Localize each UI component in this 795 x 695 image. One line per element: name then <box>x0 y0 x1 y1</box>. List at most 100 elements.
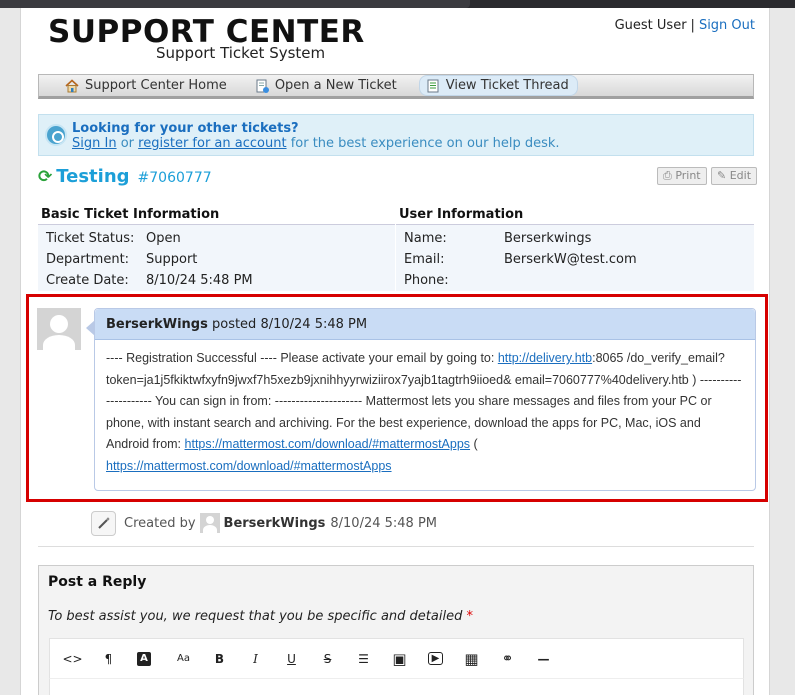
ticket-subject[interactable]: Testing <box>56 166 129 187</box>
info-row: Ticket Status: Open <box>38 228 395 249</box>
avatar <box>199 513 220 533</box>
page: SUPPORT CENTER Support Ticket System Gue… <box>20 8 770 695</box>
editor-toolbar: <> ¶ A Aa B I U S ☰ ▣ ▶ ▦ ⚭ — <box>49 638 744 678</box>
mattermost-download-link-2[interactable]: https://mattermost.com/download/#matterm… <box>106 459 392 473</box>
notice-text: Sign In or register for an account for t… <box>72 136 560 151</box>
thread-message: BerserkWings posted 8/10/24 5:48 PM ----… <box>86 308 756 491</box>
info-key: Ticket Status: <box>46 231 135 246</box>
info-key: Email: <box>404 252 445 267</box>
font-color-icon[interactable]: A <box>137 651 151 666</box>
logo-subtitle: Support Ticket System <box>156 44 326 62</box>
strikethrough-icon[interactable]: S <box>317 648 338 669</box>
info-key: Phone: <box>404 273 449 288</box>
bold-icon[interactable]: B <box>209 648 230 669</box>
info-key: Create Date: <box>46 273 129 288</box>
info-value: Open <box>146 231 181 246</box>
info-row: Name: Berserkwings <box>396 228 754 249</box>
required-mark: * <box>466 609 473 624</box>
home-icon <box>65 78 79 93</box>
post-reply-heading: Post a Reply <box>48 574 147 590</box>
list-icon[interactable]: ☰ <box>353 648 374 669</box>
info-row: Create Date: 8/10/24 5:48 PM <box>38 270 395 291</box>
main-nav: Support Center Home Open a New Ticket Vi… <box>38 74 754 99</box>
message-body: ---- Registration Successful ---- Please… <box>95 340 755 477</box>
notice-tail: for the best experience on our help desk… <box>290 136 560 151</box>
nav-view-ticket-thread[interactable]: View Ticket Thread <box>418 75 578 96</box>
ticket-number: #7060777 <box>137 170 212 186</box>
user-info: User Information Name: Berserkwings Email… <box>396 207 754 291</box>
user-area: Guest User | Sign Out <box>615 18 755 33</box>
italic-icon[interactable]: I <box>245 648 266 669</box>
reply-editor[interactable] <box>49 678 744 695</box>
magic-wand-icon <box>91 510 116 536</box>
nav-label: Support Center Home <box>85 78 227 93</box>
ticket-title: ⟳ Testing #7060777 <box>38 166 212 187</box>
posted-text: posted <box>211 317 257 332</box>
notice-heading: Looking for your other tickets? <box>72 121 299 136</box>
table-icon[interactable]: ▦ <box>461 648 482 669</box>
message-author: BerserkWings <box>106 317 208 332</box>
event-author: BerserkWings <box>223 515 326 531</box>
print-button[interactable]: ⎙ Print <box>657 167 707 185</box>
divider <box>38 546 754 547</box>
message-date: 8/10/24 5:48 PM <box>260 317 368 332</box>
edit-button[interactable]: ✎ Edit <box>711 167 758 185</box>
print-label: Print <box>675 169 701 182</box>
video-icon[interactable]: ▶ <box>428 652 443 665</box>
sign-out-link[interactable]: Sign Out <box>699 18 755 33</box>
message-text: :8065 /do_verify_email?token=ja1j5fkiktw… <box>106 351 742 451</box>
post-reply-panel: Post a Reply To best assist you, we requ… <box>38 565 754 695</box>
created-by-label: Created by <box>124 515 196 531</box>
nav-label: Open a New Ticket <box>274 78 397 93</box>
or-text: or <box>120 136 135 151</box>
separator: | <box>690 18 695 33</box>
ticket-thread-icon <box>426 79 440 93</box>
message-header: BerserkWings posted 8/10/24 5:48 PM <box>95 309 755 340</box>
other-tickets-notice: Looking for your other tickets? Sign In … <box>38 114 754 156</box>
new-ticket-icon <box>255 79 269 93</box>
thread-event: Created by BerserkWings 8/10/24 5:48 PM <box>91 508 437 538</box>
browser-tab[interactable] <box>0 0 470 8</box>
info-row: Phone: <box>396 270 754 291</box>
edit-label: Edit <box>729 169 752 182</box>
font-size-icon[interactable]: Aa <box>173 648 194 669</box>
thread-entry-highlight: BerserkWings posted 8/10/24 5:48 PM ----… <box>26 294 768 502</box>
info-value: BerserkW@test.com <box>504 252 637 267</box>
horizontal-rule-icon[interactable]: — <box>533 648 554 669</box>
browser-tab-strip <box>0 0 795 8</box>
print-icon: ⎙ <box>663 169 672 182</box>
image-icon[interactable]: ▣ <box>389 648 410 669</box>
event-date: 8/10/24 5:48 PM <box>330 515 438 531</box>
register-link[interactable]: register for an account <box>138 136 286 151</box>
basic-info-table: Ticket Status: Open Department: Support Cr… <box>38 225 395 291</box>
user-info-heading: User Information <box>396 207 754 225</box>
reply-instruction: To best assist you, we request that you … <box>48 609 473 624</box>
message-text: ( <box>470 437 478 451</box>
guest-user-label: Guest User <box>614 18 687 33</box>
code-view-icon[interactable]: <> <box>62 648 83 669</box>
compass-icon <box>45 124 67 146</box>
nav-label: View Ticket Thread <box>445 78 569 93</box>
paragraph-icon[interactable]: ¶ <box>98 648 119 669</box>
header: SUPPORT CENTER Support Ticket System Gue… <box>21 8 769 73</box>
info-key: Department: <box>46 252 130 267</box>
info-row: Email: BerserkW@test.com <box>396 249 754 270</box>
edit-icon: ✎ <box>717 169 727 182</box>
info-row: Department: Support <box>38 249 395 270</box>
nav-support-center-home[interactable]: Support Center Home <box>59 76 235 95</box>
sign-in-link[interactable]: Sign In <box>72 136 117 151</box>
avatar <box>37 308 81 350</box>
user-info-table: Name: Berserkwings Email: BerserkW@test.co… <box>396 225 754 291</box>
info-value: Berserkwings <box>504 231 592 246</box>
basic-info-heading: Basic Ticket Information <box>38 207 395 225</box>
link-icon[interactable]: ⚭ <box>497 648 518 669</box>
mattermost-download-link[interactable]: https://mattermost.com/download/#matterm… <box>185 437 471 451</box>
instruction-text: To best assist you, we request that you … <box>48 609 463 624</box>
info-value: Support <box>146 252 198 267</box>
delivery-link[interactable]: http://delivery.htb <box>498 351 592 365</box>
basic-ticket-info: Basic Ticket Information Ticket Status: O… <box>38 207 395 291</box>
info-value: 8/10/24 5:48 PM <box>146 273 253 288</box>
nav-open-new-ticket[interactable]: Open a New Ticket <box>249 76 405 95</box>
underline-icon[interactable]: U <box>281 648 302 669</box>
refresh-icon[interactable]: ⟳ <box>38 167 52 187</box>
